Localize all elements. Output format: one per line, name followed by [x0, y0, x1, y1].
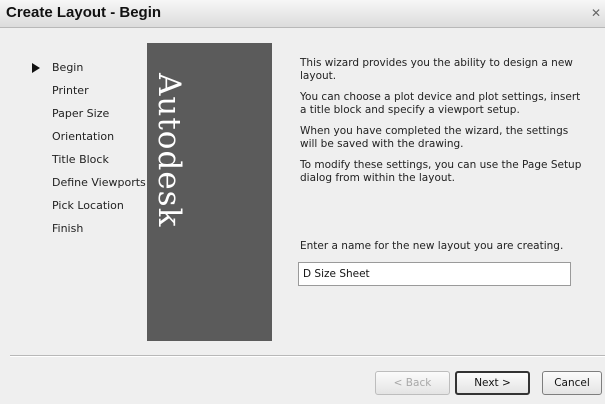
step-pick-location: Pick Location — [32, 199, 150, 222]
title-bar: Create Layout - Begin ✕ — [0, 0, 605, 28]
step-printer: Printer — [32, 84, 150, 107]
step-orientation: Orientation — [32, 130, 150, 153]
cancel-button[interactable]: Cancel — [542, 371, 602, 395]
step-label: Finish — [52, 222, 84, 235]
back-button[interactable]: < Back — [375, 371, 450, 395]
step-paper-size: Paper Size — [32, 107, 150, 130]
step-label: Orientation — [52, 130, 115, 143]
step-label: Begin — [52, 61, 84, 74]
layout-name-label: Enter a name for the new layout you are … — [300, 240, 564, 252]
description-paragraph: You can choose a plot device and plot se… — [300, 91, 581, 116]
layout-name-input[interactable] — [298, 262, 571, 286]
step-define-viewports: Define Viewports — [32, 176, 150, 199]
step-label: Define Viewports — [52, 176, 146, 189]
separator — [10, 355, 605, 357]
create-layout-dialog: Create Layout - Begin ✕ Begin Printer Pa… — [0, 0, 605, 404]
step-title-block: Title Block — [32, 153, 150, 176]
wizard-steps: Begin Printer Paper Size Orientation Tit… — [32, 61, 150, 245]
next-button[interactable]: Next > — [455, 371, 530, 395]
autodesk-logo: Autodesk — [151, 73, 187, 228]
step-begin: Begin — [32, 61, 150, 84]
step-finish: Finish — [32, 222, 150, 245]
description-paragraph: This wizard provides you the ability to … — [300, 57, 573, 82]
current-step-arrow-icon — [32, 63, 40, 73]
step-label: Pick Location — [52, 199, 124, 212]
description-paragraph: When you have completed the wizard, the … — [300, 125, 569, 150]
brand-panel: Autodesk — [147, 43, 272, 341]
dialog-title: Create Layout - Begin — [6, 4, 162, 21]
description-paragraph: To modify these settings, you can use th… — [300, 159, 582, 184]
close-icon[interactable]: ✕ — [591, 6, 603, 20]
step-label: Title Block — [52, 153, 109, 166]
wizard-description: This wizard provides you the ability to … — [300, 57, 585, 193]
step-label: Printer — [52, 84, 89, 97]
step-label: Paper Size — [52, 107, 110, 120]
